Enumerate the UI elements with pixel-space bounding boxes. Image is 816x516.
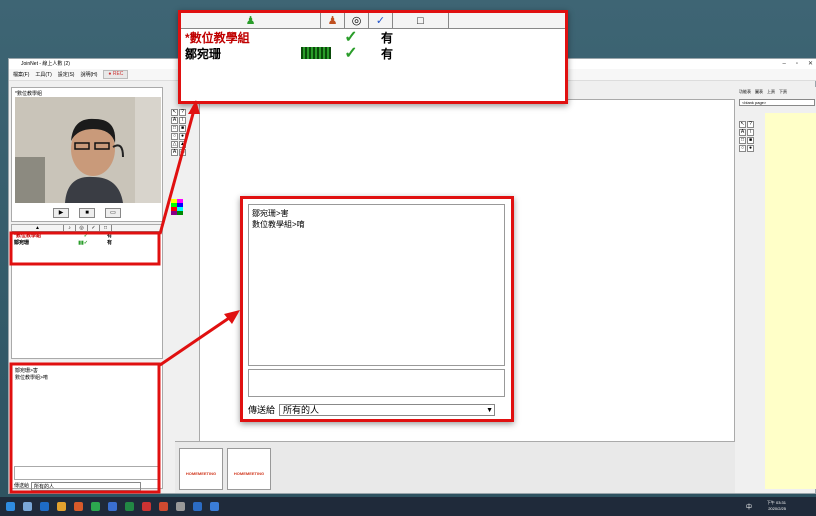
chrome-icon[interactable] [57,502,66,511]
chat-arrow [159,314,233,367]
ime-indicator[interactable]: 中 [746,502,752,511]
callout-overlay [9,100,240,494]
word-icon[interactable] [193,502,202,511]
participants-arrow [158,109,196,235]
edge-icon[interactable] [40,502,49,511]
arrowhead-icon [188,100,200,114]
system-clock[interactable]: 下午 03:31 2020/2/25 [767,500,786,512]
chat-source-highlight [9,362,161,494]
taskbar-app-icon[interactable] [23,502,32,511]
taskbar: 下午 03:31 2020/2/25 中 [0,497,816,516]
taskbar-app-icon[interactable] [142,502,151,511]
start-icon[interactable] [6,502,15,511]
taskbar-app-icon[interactable] [74,502,83,511]
excel-icon[interactable] [125,502,134,511]
taskbar-app-icon[interactable] [108,502,117,511]
taskbar-app-icon[interactable] [91,502,100,511]
joinnet-taskbar-icon[interactable] [210,502,219,511]
powerpoint-icon[interactable] [159,502,168,511]
settings-icon[interactable] [176,502,185,511]
participants-source-highlight [9,231,161,266]
arrowhead-icon [224,310,240,324]
